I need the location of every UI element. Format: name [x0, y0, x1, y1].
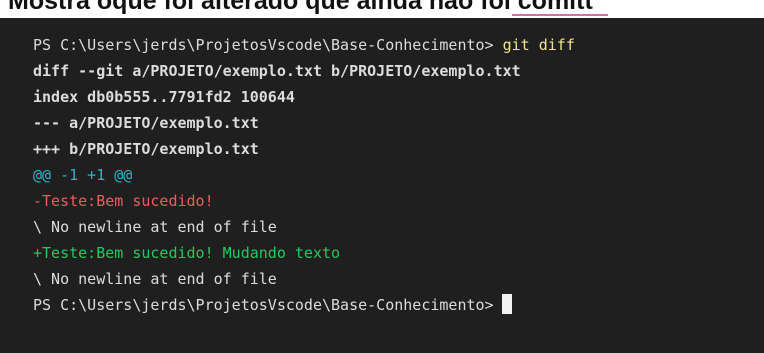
old-file-line: --- a/PROJETO/exemplo.txt [33, 114, 259, 132]
new-file-line: +++ b/PROJETO/exemplo.txt [33, 140, 259, 158]
diff-header-line: diff --git a/PROJETO/exemplo.txt b/PROJE… [33, 62, 521, 80]
caption-heading: Mostra oque foi alterado que ainda não f… [8, 0, 593, 15]
terminal-line-command: PS C:\Users\jerds\ProjetosVscode\Base-Co… [33, 32, 764, 58]
screenshot: Mostra oque foi alterado que ainda não f… [0, 0, 764, 353]
final-prompt-text: PS C:\Users\jerds\ProjetosVscode\Base-Co… [33, 296, 494, 314]
text-cursor [501, 294, 512, 314]
terminal-line-final-prompt: PS C:\Users\jerds\ProjetosVscode\Base-Co… [33, 292, 764, 318]
caption-underline-mark [512, 14, 608, 16]
no-newline-line-1: \ No newline at end of file [33, 218, 277, 236]
hunk-header-line: @@ -1 +1 @@ [33, 166, 133, 184]
prompt-text: PS C:\Users\jerds\ProjetosVscode\Base-Co… [33, 36, 494, 54]
terminal-window[interactable]: PS C:\Users\jerds\ProjetosVscode\Base-Co… [0, 18, 764, 353]
command-text: git diff [502, 36, 575, 54]
added-line: +Teste:Bem sucedido! Mudando texto [33, 244, 341, 262]
removed-line: -Teste:Bem sucedido! [33, 192, 214, 210]
index-line: index db0b555..7791fd2 100644 [33, 88, 295, 106]
no-newline-line-2: \ No newline at end of file [33, 270, 277, 288]
